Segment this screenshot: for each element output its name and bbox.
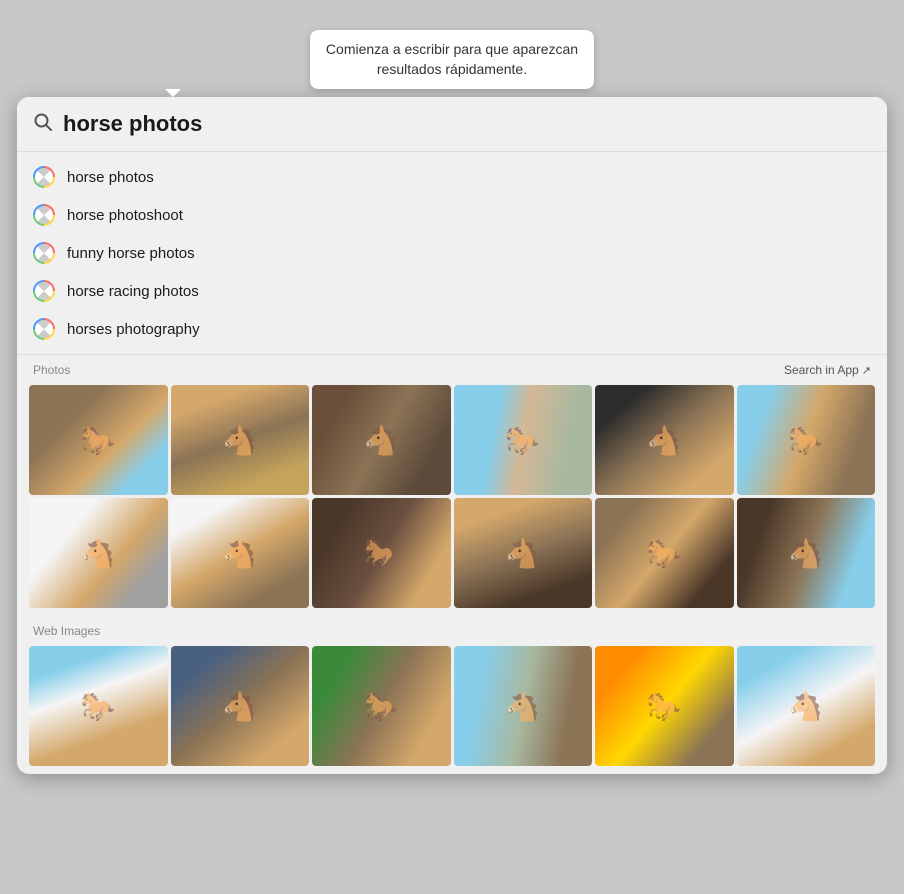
suggestion-item-4[interactable]: horse racing photos: [17, 272, 887, 310]
web-images-section-title: Web Images: [33, 624, 100, 638]
tooltip-text-line1: Comienza a escribir para que aparezcan: [326, 41, 578, 57]
horse-photo-9-overlay: 🐎: [312, 498, 451, 608]
horse-photo-10-overlay: 🐴: [454, 498, 593, 608]
web-image-cell-4[interactable]: 🐴: [454, 646, 593, 766]
photo-cell-7[interactable]: 🐴: [29, 498, 168, 608]
web-image-cell-2[interactable]: 🐴: [171, 646, 310, 766]
safari-icon-5: [33, 318, 55, 340]
web-image-cell-1[interactable]: 🐎: [29, 646, 168, 766]
horse-photo-5-overlay: 🐴: [595, 385, 734, 495]
search-input[interactable]: [63, 111, 871, 137]
safari-icon-3: [33, 242, 55, 264]
suggestion-text-4: horse racing photos: [67, 283, 199, 300]
horse-photo-11-overlay: 🐎: [595, 498, 734, 608]
photo-cell-10[interactable]: 🐴: [454, 498, 593, 608]
photo-cell-11[interactable]: 🐎: [595, 498, 734, 608]
horse-photo-1-overlay: 🐎: [29, 385, 168, 495]
web-image-3-overlay: 🐎: [312, 646, 451, 766]
photo-cell-1[interactable]: 🐎: [29, 385, 168, 495]
search-panel: horse photos horse photoshoot funny hors…: [17, 97, 887, 774]
tooltip-bubble: Comienza a escribir para que aparezcan r…: [310, 30, 594, 89]
web-image-2-overlay: 🐴: [171, 646, 310, 766]
suggestion-text-2: horse photoshoot: [67, 207, 183, 224]
photo-cell-2[interactable]: 🐴: [171, 385, 310, 495]
horse-photo-7-overlay: 🐴: [29, 498, 168, 608]
photo-cell-5[interactable]: 🐴: [595, 385, 734, 495]
web-image-4-overlay: 🐴: [454, 646, 593, 766]
horse-photo-3-overlay: 🐴: [312, 385, 451, 495]
horse-photo-2-overlay: 🐴: [171, 385, 310, 495]
horse-photo-12-overlay: 🐴: [737, 498, 876, 608]
web-images-section-header: Web Images: [17, 616, 887, 642]
photo-cell-3[interactable]: 🐴: [312, 385, 451, 495]
web-image-cell-5[interactable]: 🐎: [595, 646, 734, 766]
suggestion-text-1: horse photos: [67, 169, 154, 186]
web-image-cell-3[interactable]: 🐎: [312, 646, 451, 766]
tooltip: Comienza a escribir para que aparezcan r…: [17, 30, 887, 89]
photo-cell-6[interactable]: 🐎: [737, 385, 876, 495]
tooltip-text-line2: resultados rápidamente.: [377, 61, 527, 77]
web-images-grid: 🐎 🐴 🐎 🐴 🐎 🐴: [17, 642, 887, 774]
search-icon: [33, 112, 53, 137]
web-image-cell-6[interactable]: 🐴: [737, 646, 876, 766]
horse-photo-6-overlay: 🐎: [737, 385, 876, 495]
suggestion-item-1[interactable]: horse photos: [17, 158, 887, 196]
photo-cell-4[interactable]: 🐎: [454, 385, 593, 495]
suggestion-item-2[interactable]: horse photoshoot: [17, 196, 887, 234]
safari-icon-1: [33, 166, 55, 188]
safari-icon-2: [33, 204, 55, 226]
web-image-5-overlay: 🐎: [595, 646, 734, 766]
search-in-app-button[interactable]: Search in App: [784, 363, 871, 377]
horse-photo-4-overlay: 🐎: [454, 385, 593, 495]
suggestion-item-5[interactable]: horses photography: [17, 310, 887, 348]
photos-section-header: Photos Search in App: [17, 355, 887, 381]
photo-cell-8[interactable]: 🐴: [171, 498, 310, 608]
suggestion-item-3[interactable]: funny horse photos: [17, 234, 887, 272]
photos-grid: 🐎 🐴 🐴 🐎 🐴 🐎: [17, 381, 887, 616]
suggestions-list: horse photos horse photoshoot funny hors…: [17, 152, 887, 355]
suggestion-text-5: horses photography: [67, 321, 200, 338]
suggestion-text-3: funny horse photos: [67, 245, 195, 262]
search-bar: [17, 97, 887, 152]
photo-cell-12[interactable]: 🐴: [737, 498, 876, 608]
safari-icon-4: [33, 280, 55, 302]
web-image-1-overlay: 🐎: [29, 646, 168, 766]
horse-photo-8-overlay: 🐴: [171, 498, 310, 608]
photo-cell-9[interactable]: 🐎: [312, 498, 451, 608]
photos-section-title: Photos: [33, 363, 70, 377]
web-image-6-overlay: 🐴: [737, 646, 876, 766]
